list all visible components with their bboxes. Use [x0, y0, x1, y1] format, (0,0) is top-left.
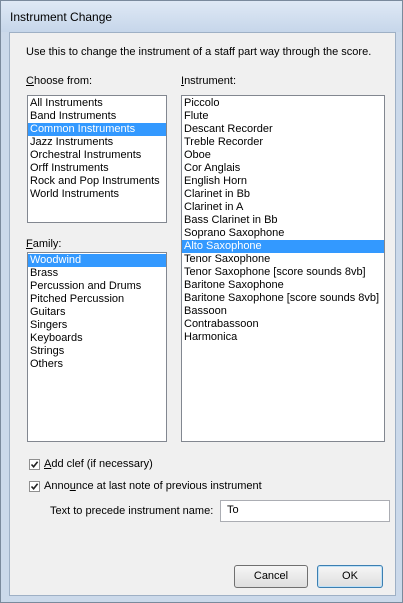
instrument-list-item[interactable]: Soprano Saxophone [182, 227, 384, 240]
choose-from-list-item[interactable]: Orchestral Instruments [28, 149, 166, 162]
add-clef-label-text: dd clef (if necessary) [51, 458, 153, 470]
choose-from-list-item[interactable]: Common Instruments [28, 123, 166, 136]
choose-from-list-item[interactable]: Orff Instruments [28, 162, 166, 175]
checkmark-icon [30, 460, 39, 468]
family-label: Family: [26, 238, 61, 250]
instrument-listbox[interactable]: Piccolo Flute Descant Recorder Treble Recor… [181, 95, 385, 442]
checkmark-icon [30, 482, 39, 490]
family-listbox[interactable]: Woodwind Brass Percussion and Drums Pitched… [27, 252, 167, 442]
instrument-list-item[interactable]: Piccolo [182, 97, 384, 110]
instrument-list-item[interactable]: Clarinet in A [182, 201, 384, 214]
choose-from-label: Choose from: [26, 75, 92, 87]
announce-checkbox-row[interactable]: Announce at last note of previous instru… [29, 480, 262, 492]
add-clef-checkbox-row[interactable]: Add clef (if necessary) [29, 458, 153, 470]
instrument-list-item[interactable]: Oboe [182, 149, 384, 162]
instrument-list-item[interactable]: Treble Recorder [182, 136, 384, 149]
instrument-list-item[interactable]: English Horn [182, 175, 384, 188]
family-list-item[interactable]: Keyboards [28, 332, 166, 345]
family-list-item[interactable]: Singers [28, 319, 166, 332]
choose-from-label-text: hoose from: [33, 75, 93, 87]
instrument-list-item[interactable]: Tenor Saxophone [score sounds 8vb] [182, 266, 384, 279]
instrument-change-dialog: Instrument Change Use this to change the… [0, 0, 403, 603]
family-list-item[interactable]: Pitched Percussion [28, 293, 166, 306]
add-clef-label: Add clef (if necessary) [44, 458, 153, 470]
choose-from-list-item[interactable]: All Instruments [28, 97, 166, 110]
family-list-item[interactable]: Brass [28, 267, 166, 280]
ok-button[interactable]: OK [317, 565, 383, 588]
choose-from-list-item[interactable]: Band Instruments [28, 110, 166, 123]
title-bar[interactable]: Instrument Change [1, 1, 402, 32]
announce-label: Announce at last note of previous instru… [44, 480, 262, 492]
instrument-list-item[interactable]: Bass Clarinet in Bb [182, 214, 384, 227]
announce-checkbox[interactable] [29, 480, 40, 492]
family-list-item[interactable]: Others [28, 358, 166, 371]
family-list-item[interactable]: Woodwind [28, 254, 166, 267]
instrument-list-item[interactable]: Baritone Saxophone [score sounds 8vb] [182, 292, 384, 305]
instrument-list-item[interactable]: Tenor Saxophone [182, 253, 384, 266]
add-clef-checkbox[interactable] [29, 458, 40, 470]
announce-label-pre: Anno [44, 480, 70, 492]
instrument-list-item[interactable]: Baritone Saxophone [182, 279, 384, 292]
instrument-list-item[interactable]: Alto Saxophone [182, 240, 384, 253]
instrument-list-item[interactable]: Flute [182, 110, 384, 123]
cancel-button[interactable]: Cancel [234, 565, 308, 588]
choose-from-list-item[interactable]: Jazz Instruments [28, 136, 166, 149]
window-title: Instrument Change [10, 10, 113, 24]
precede-text-label: Text to precede instrument name: [50, 505, 214, 517]
instrument-label-text: nstrument: [184, 75, 237, 87]
dialog-body: Use this to change the instrument of a s… [9, 32, 396, 596]
intro-text: Use this to change the instrument of a s… [26, 46, 372, 58]
instrument-list-item[interactable]: Descant Recorder [182, 123, 384, 136]
family-list-item[interactable]: Guitars [28, 306, 166, 319]
instrument-label: Instrument: [181, 75, 236, 87]
instrument-list-item[interactable]: Cor Anglais [182, 162, 384, 175]
choose-from-label-accel: C [26, 75, 34, 87]
instrument-list-item[interactable]: Contrabassoon [182, 318, 384, 331]
family-label-accel: F [26, 238, 33, 250]
announce-label-text: nce at last note of previous instrument [75, 480, 262, 492]
family-list-item[interactable]: Percussion and Drums [28, 280, 166, 293]
instrument-list-item[interactable]: Bassoon [182, 305, 384, 318]
family-list-item[interactable]: Strings [28, 345, 166, 358]
instrument-list-item[interactable]: Harmonica [182, 331, 384, 344]
instrument-list-item[interactable]: Clarinet in Bb [182, 188, 384, 201]
choose-from-listbox[interactable]: All Instruments Band Instruments Common In… [27, 95, 167, 223]
choose-from-list-item[interactable]: World Instruments [28, 188, 166, 201]
choose-from-list-item[interactable]: Rock and Pop Instruments [28, 175, 166, 188]
precede-text-input[interactable]: To [220, 500, 390, 522]
family-label-text: amily: [32, 238, 62, 250]
